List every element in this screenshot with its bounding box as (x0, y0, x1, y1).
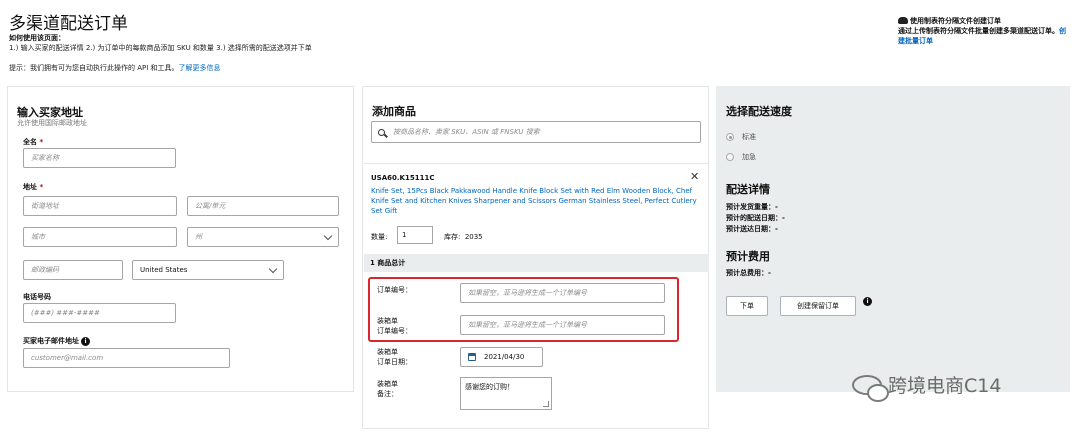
address-label: 地址 * (23, 183, 44, 191)
radio-icon (726, 153, 734, 161)
howto-heading: 如何使用该页面： (9, 34, 65, 42)
create-hold-order-button[interactable]: 创建保留订单 (780, 296, 856, 316)
search-icon (378, 128, 385, 136)
info-icon[interactable]: i (863, 297, 872, 306)
qty-label: 数量: (371, 233, 388, 241)
item-sku: USA60.K15111C (371, 174, 435, 182)
close-icon[interactable]: ✕ (690, 170, 699, 183)
cost-heading: 预计费用 (726, 250, 770, 263)
chevron-down-icon (323, 231, 333, 240)
total-cost: 预计总费用：- (726, 269, 771, 277)
calendar-icon[interactable] (468, 353, 476, 361)
delivery-date: 预计送达日期：- (726, 225, 778, 233)
items-total-bar: 1 商品总计 (364, 254, 709, 272)
resize-handle-icon[interactable] (543, 401, 549, 407)
tip-text: 提示：我们拥有可为您自动执行此操作的 API 和工具。 (9, 64, 179, 72)
street-input[interactable]: 街道地址 (23, 196, 177, 216)
bulk-title: 使用制表符分隔文件创建订单 (910, 17, 1001, 25)
learn-more-link[interactable]: 了解更多信息 (179, 64, 221, 72)
packing-note-textarea[interactable]: 感谢您的订购！ (460, 377, 552, 410)
stock-info: 库存: 2035 (444, 233, 483, 241)
add-items-panel: 添加商品 按商品名称、卖家 SKU、ASIN 或 FNSKU 搜索 USA60.… (362, 86, 709, 429)
arrival-date: 预计的配送日期：- (726, 214, 785, 222)
wechat-icon (852, 374, 889, 402)
place-order-button[interactable]: 下单 (726, 296, 768, 316)
email-input[interactable]: customer@mail.com (23, 348, 230, 368)
fullname-input[interactable]: 买家名称 (23, 148, 176, 168)
items-heading: 添加商品 (372, 105, 416, 118)
shipping-speed-panel: 选择配送速度 标准 加急 配送详情 预计发货重量：- 预计的配送日期：- 预计送… (716, 86, 1070, 392)
ship-weight: 预计发货重量：- (726, 203, 778, 211)
phone-label: 电话号码 (23, 293, 51, 301)
state-select[interactable]: 州 (187, 227, 339, 247)
chevron-down-icon (268, 264, 278, 273)
fullname-label: 全名 * (23, 138, 44, 146)
cloud-upload-icon (898, 17, 908, 24)
info-icon[interactable]: i (81, 337, 90, 346)
details-heading: 配送详情 (726, 183, 770, 196)
zip-input[interactable]: 邮政编码 (23, 260, 123, 280)
country-select[interactable]: United States (132, 260, 284, 280)
radio-expedited[interactable]: 加急 (726, 152, 756, 162)
bulk-order-box: 使用制表符分隔文件创建订单 通过上传制表符分隔文件批量创建多渠道配送订单。创建批… (898, 16, 1070, 46)
item-card: USA60.K15111C ✕ Knife Set, 15Pcs Black P… (364, 163, 709, 253)
packing-date-label: 装箱单 订单日期： (377, 348, 412, 366)
bulk-desc: 通过上传制表符分隔文件批量创建多渠道配送订单。 (898, 27, 1059, 35)
buyer-subheading: 允许使用国际邮政地址 (17, 119, 87, 127)
highlight-box (368, 277, 679, 342)
radio-standard[interactable]: 标准 (726, 132, 756, 142)
quantity-input[interactable]: 1 (397, 226, 433, 244)
packing-note-label: 装箱单 备注： (377, 380, 398, 398)
radio-icon (726, 133, 734, 141)
page-title: 多渠道配送订单 (9, 14, 128, 34)
phone-input[interactable]: (###) ###-#### (23, 303, 176, 323)
packing-date-input[interactable]: 2021/04/30 (460, 347, 543, 367)
product-search-input[interactable]: 按商品名称、卖家 SKU、ASIN 或 FNSKU 搜索 (371, 121, 701, 143)
email-label: 买家电子邮件地址 i (23, 336, 90, 346)
howto-steps: 1.) 输入买家的配送详情 2.) 为订单中的每款商品添加 SKU 和数量 3.… (9, 44, 312, 52)
city-input[interactable]: 城市 (23, 227, 177, 247)
buyer-address-panel: 输入买家地址 允许使用国际邮政地址 全名 * 买家名称 地址 * 街道地址 公寓… (7, 86, 354, 392)
speed-heading: 选择配送速度 (726, 105, 792, 118)
tip: 提示：我们拥有可为您自动执行此操作的 API 和工具。了解更多信息 (9, 63, 221, 73)
apt-input[interactable]: 公寓/单元 (187, 196, 339, 216)
watermark: 跨境电商C14 (852, 371, 1001, 402)
product-title-link[interactable]: Knife Set, 15Pcs Black Pakkawood Handle … (371, 186, 701, 216)
